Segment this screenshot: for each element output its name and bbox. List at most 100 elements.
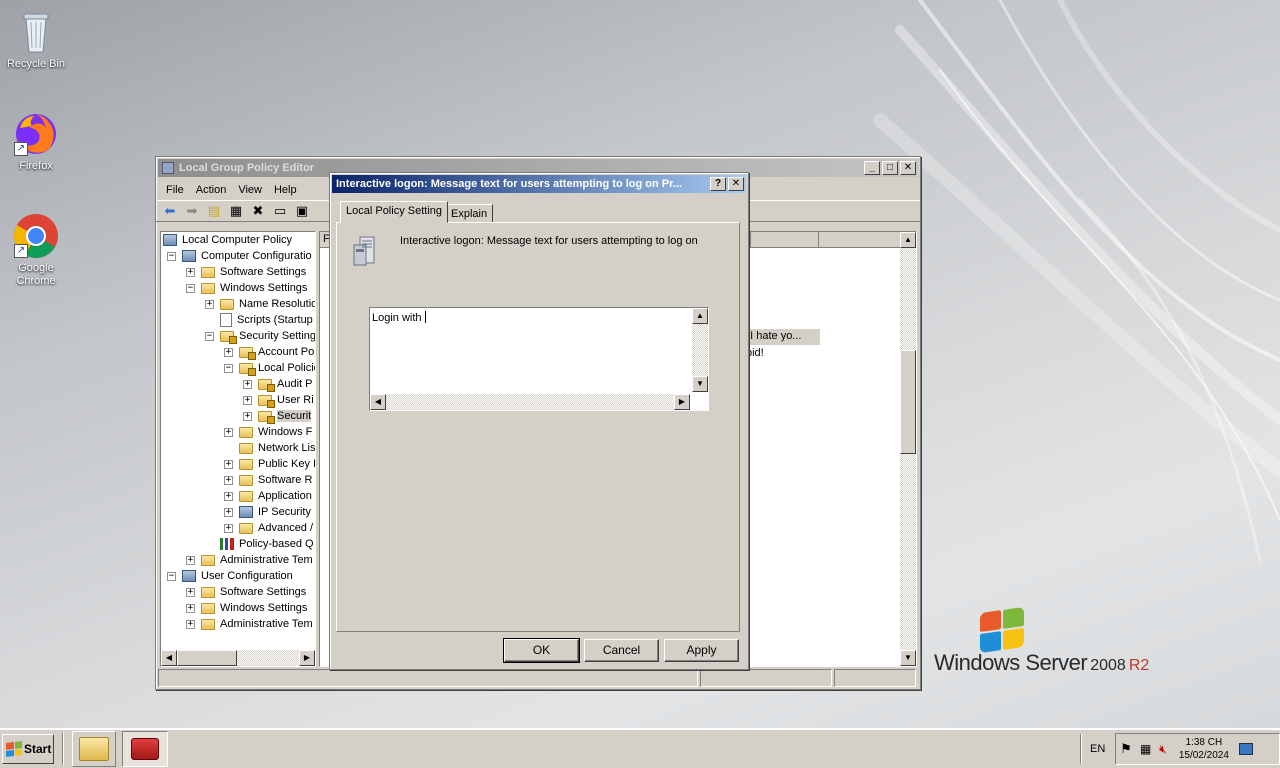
tab-local-policy-setting[interactable]: Local Policy Setting xyxy=(340,201,448,223)
expand-icon[interactable]: + xyxy=(186,619,195,629)
tree-node-network-list[interactable]: Network Lis xyxy=(224,440,315,456)
network-icon[interactable]: ▦ xyxy=(1140,742,1151,756)
menu-help[interactable]: Help xyxy=(268,184,303,196)
scroll-down-icon[interactable]: ▼ xyxy=(900,650,916,666)
expand-icon[interactable]: + xyxy=(243,379,252,389)
expand-icon[interactable]: + xyxy=(243,411,252,421)
expand-icon[interactable]: + xyxy=(186,587,195,597)
tree-node-software-settings[interactable]: + Software Settings xyxy=(186,264,306,280)
desktop-icon-recycle-bin[interactable]: Recycle Bin xyxy=(0,8,72,70)
delete-icon[interactable]: ✖ xyxy=(248,202,268,220)
tree-node-security-settings[interactable]: − Security Setting xyxy=(205,328,315,344)
collapse-icon[interactable]: − xyxy=(205,331,214,341)
expand-icon[interactable]: + xyxy=(224,507,233,517)
tree-node-application-control[interactable]: + Application xyxy=(224,488,312,504)
tree-node-windows-settings[interactable]: − Windows Settings xyxy=(186,280,307,296)
help-button[interactable]: ? xyxy=(710,177,726,191)
dialog-close-button[interactable]: ✕ xyxy=(728,177,744,191)
back-arrow-icon[interactable]: ⬅ xyxy=(160,202,180,220)
tree-hscroll-thumb[interactable] xyxy=(177,650,237,666)
forward-arrow-icon[interactable]: ➡ xyxy=(182,202,202,220)
up-folder-icon[interactable]: ▤ xyxy=(204,202,224,220)
tree-node-user-rights[interactable]: + User Ri xyxy=(243,392,314,408)
expand-icon[interactable]: + xyxy=(205,299,214,309)
tree-node-user-admin-templates[interactable]: + Administrative Tem xyxy=(186,616,313,632)
close-button[interactable]: ✕ xyxy=(900,161,916,175)
clock[interactable]: 1:38 CH 15/02/2024 xyxy=(1179,736,1229,762)
menu-file[interactable]: File xyxy=(160,184,190,196)
tree-node-ip-security[interactable]: + IP Security xyxy=(224,504,311,520)
desktop-icon-firefox[interactable]: ↗ Firefox xyxy=(0,110,72,172)
taskbar-explorer-button[interactable] xyxy=(72,731,116,767)
tab-explain[interactable]: Explain xyxy=(445,204,494,223)
tree-node-account-policies[interactable]: + Account Po xyxy=(224,344,314,360)
expand-icon[interactable]: + xyxy=(186,555,195,565)
taskbar-gpedit-button[interactable] xyxy=(122,731,168,767)
scroll-left-icon[interactable]: ◀ xyxy=(370,394,386,410)
language-indicator[interactable]: EN xyxy=(1090,743,1105,755)
cancel-button[interactable]: Cancel xyxy=(584,639,659,662)
details-vscrollbar[interactable]: ▲ ▼ xyxy=(900,232,916,666)
policy-properties-dialog[interactable]: Interactive logon: Message text for user… xyxy=(329,172,749,670)
collapse-icon[interactable]: − xyxy=(224,363,233,373)
tree-node-user-windows-settings[interactable]: + Windows Settings xyxy=(186,600,307,616)
tree-node-local-policies[interactable]: − Local Policie xyxy=(224,360,315,376)
textbox-vscrollbar[interactable]: ▲ ▼ xyxy=(692,308,708,392)
tree-node-admin-templates[interactable]: + Administrative Tem xyxy=(186,552,313,568)
collapse-icon[interactable]: − xyxy=(186,283,195,293)
start-button[interactable]: Start xyxy=(2,734,54,764)
apply-button[interactable]: Apply xyxy=(664,639,739,662)
expand-icon[interactable]: + xyxy=(224,523,233,533)
collapse-icon[interactable]: − xyxy=(167,251,176,261)
tree-node-software-restriction[interactable]: + Software R xyxy=(224,472,312,488)
tree-node-policy-based-qos[interactable]: Policy-based Q xyxy=(205,536,314,552)
desktop-icon-chrome[interactable]: ↗ Google Chrome xyxy=(0,212,72,288)
tree-node-windows-firewall[interactable]: + Windows F xyxy=(224,424,312,440)
volume-muted-icon[interactable]: 🔇︎ xyxy=(1159,742,1167,757)
expand-icon[interactable]: + xyxy=(243,395,252,405)
tree-node-audit-policy[interactable]: + Audit P xyxy=(243,376,312,392)
scroll-down-icon[interactable]: ▼ xyxy=(692,376,708,392)
tree-node-computer-config[interactable]: − Computer Configuratio xyxy=(167,248,312,264)
maximize-button[interactable]: □ xyxy=(882,161,898,175)
details-row[interactable]: pid! xyxy=(740,346,820,362)
textbox-hscrollbar[interactable]: ◀ ▶ xyxy=(370,394,690,410)
tree-node-user-software-settings[interactable]: + Software Settings xyxy=(186,584,306,600)
tree-node-scripts[interactable]: Scripts (Startup xyxy=(205,312,313,328)
scroll-up-icon[interactable]: ▲ xyxy=(692,308,708,324)
expand-icon[interactable]: + xyxy=(224,347,233,357)
tree-node-name-resolution[interactable]: + Name Resolutio xyxy=(205,296,315,312)
shortcut-arrow-icon: ↗ xyxy=(14,142,28,156)
scroll-left-icon[interactable]: ◀ xyxy=(161,650,177,666)
show-hide-tree-icon[interactable]: ▦ xyxy=(226,202,246,220)
details-row-selected[interactable]: ! I hate yo... xyxy=(740,329,820,345)
properties-icon[interactable]: ▭ xyxy=(270,202,290,220)
show-desktop-icon[interactable] xyxy=(1238,743,1253,755)
expand-icon[interactable]: + xyxy=(186,603,195,613)
tree-node-public-key[interactable]: + Public Key I xyxy=(224,456,315,472)
tree-node-advanced-audit[interactable]: + Advanced / xyxy=(224,520,313,536)
action-center-flag-icon[interactable]: ⚑ xyxy=(1120,741,1132,757)
ok-button[interactable]: OK xyxy=(503,638,580,663)
dialog-titlebar[interactable]: Interactive logon: Message text for user… xyxy=(332,175,746,193)
message-text-box[interactable]: Login with ▲ ▼ ◀ ▶ xyxy=(369,307,709,411)
tree-node-security-options[interactable]: + Securit xyxy=(243,408,312,424)
collapse-icon[interactable]: − xyxy=(167,571,176,581)
tree-node-user-config[interactable]: − User Configuration xyxy=(167,568,293,584)
expand-icon[interactable]: + xyxy=(186,267,195,277)
menu-action[interactable]: Action xyxy=(190,184,233,196)
details-vscroll-thumb[interactable] xyxy=(900,350,916,454)
expand-icon[interactable]: + xyxy=(224,491,233,501)
scroll-up-icon[interactable]: ▲ xyxy=(900,232,916,248)
tree-node-local-computer-policy[interactable]: Local Computer Policy xyxy=(163,232,292,248)
menu-view[interactable]: View xyxy=(232,184,268,196)
console-tree[interactable]: Local Computer Policy − Computer Configur… xyxy=(160,231,316,667)
scroll-right-icon[interactable]: ▶ xyxy=(299,650,315,666)
export-list-icon[interactable]: ▣ xyxy=(292,202,312,220)
expand-icon[interactable]: + xyxy=(224,427,233,437)
scroll-right-icon[interactable]: ▶ xyxy=(674,394,690,410)
tree-hscrollbar[interactable]: ◀ ▶ xyxy=(161,650,315,666)
minimize-button[interactable]: _ xyxy=(864,161,880,175)
expand-icon[interactable]: + xyxy=(224,459,233,469)
expand-icon[interactable]: + xyxy=(224,475,233,485)
